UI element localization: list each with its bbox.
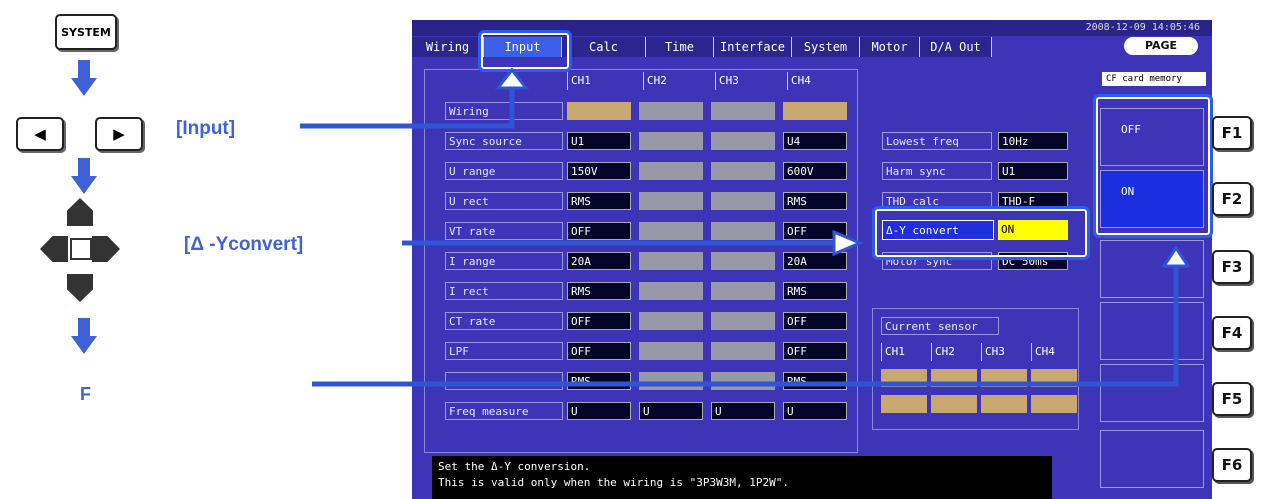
pointer-arrows: [300, 67, 1191, 387]
f3-key[interactable]: F3: [1212, 250, 1252, 284]
f6-key[interactable]: F6: [1212, 448, 1252, 482]
f2-key[interactable]: F2: [1212, 182, 1252, 216]
f1-key[interactable]: F1: [1212, 116, 1252, 150]
f4-key[interactable]: F4: [1212, 316, 1252, 350]
f5-key[interactable]: F5: [1212, 382, 1252, 416]
